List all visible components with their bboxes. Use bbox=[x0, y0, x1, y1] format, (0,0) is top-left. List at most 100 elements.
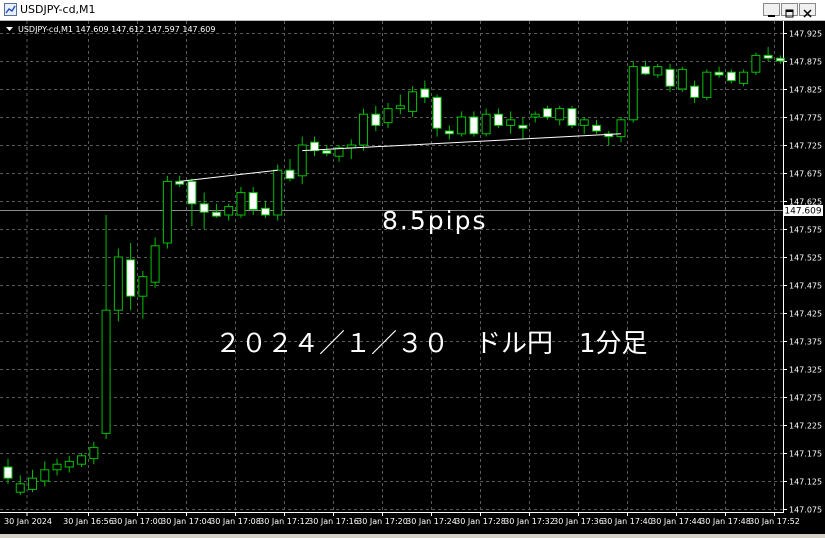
title-bar[interactable]: USDJPY-cd,M1 bbox=[0, 0, 825, 21]
candle bbox=[677, 66, 687, 92]
candle-body-bull bbox=[702, 71, 712, 98]
candle-body-bull bbox=[653, 66, 663, 76]
x-tick-label: 30 Jan 17:36 bbox=[553, 517, 604, 526]
y-tick-label: 147.325 bbox=[789, 366, 822, 375]
candle bbox=[702, 69, 712, 101]
candle-body-bear bbox=[175, 180, 185, 185]
candle-body-bear bbox=[199, 203, 209, 213]
y-tick-label: 147.675 bbox=[789, 170, 822, 179]
candle-body-bear bbox=[248, 192, 258, 210]
candle-body-bull bbox=[751, 54, 761, 73]
candle-body-bull bbox=[555, 108, 565, 121]
maximize-icon bbox=[785, 9, 794, 18]
candle-body-bear bbox=[322, 150, 332, 154]
x-tick-label: 30 Jan 17:28 bbox=[455, 517, 506, 526]
candle-body-bear bbox=[591, 124, 601, 132]
candle-body-bull bbox=[28, 477, 38, 490]
candle-body-bull bbox=[383, 108, 393, 124]
candlestick-chart[interactable]: 147.925 147.875 147.825 147.775 147.725 147.6… bbox=[0, 21, 825, 534]
y-tick-label: 147.725 bbox=[789, 142, 822, 151]
candle-body-bull bbox=[628, 66, 638, 121]
maximize-button[interactable] bbox=[781, 3, 798, 18]
x-tick-label: 30 Jan 17:04 bbox=[161, 517, 212, 526]
y-tick-label: 147.475 bbox=[789, 282, 822, 291]
candle-body-bear bbox=[432, 96, 442, 129]
candle-body-bear bbox=[285, 169, 295, 180]
y-tick-label: 147.175 bbox=[789, 450, 822, 459]
y-tick-label: 147.125 bbox=[789, 478, 822, 487]
minimize-button[interactable] bbox=[763, 3, 780, 17]
y-tick-label: 147.875 bbox=[789, 58, 822, 67]
candle-body-bear bbox=[371, 113, 381, 126]
candle-body-bull bbox=[64, 460, 74, 468]
candle-body-bull bbox=[297, 144, 307, 177]
candle-body-bull bbox=[150, 245, 160, 283]
candle-body-bear bbox=[763, 54, 773, 59]
y-tick-label: 147.225 bbox=[789, 422, 822, 431]
candle-body-bull bbox=[113, 256, 123, 311]
candle-body-bull bbox=[89, 446, 99, 460]
chart-header-text: USDJPY-cd,M1 147.609 147.612 147.597 147… bbox=[18, 25, 215, 34]
candle bbox=[359, 108, 369, 151]
candle-body-bear bbox=[690, 85, 700, 98]
x-tick-label: 30 Jan 17:48 bbox=[700, 517, 751, 526]
candle-body-bull bbox=[506, 119, 516, 126]
candle-body-bull bbox=[77, 455, 87, 465]
candle-body-bull bbox=[579, 119, 589, 126]
candle-body-bull bbox=[236, 192, 246, 216]
candle bbox=[739, 69, 749, 87]
candle-body-bear bbox=[444, 130, 454, 135]
candle-body-bear bbox=[211, 211, 221, 217]
candle-body-bull bbox=[408, 91, 418, 112]
y-tick-label: 147.925 bbox=[789, 30, 822, 39]
x-tick-label: 30 Jan 17:12 bbox=[259, 517, 310, 526]
x-tick-label: 30 Jan 17:16 bbox=[308, 517, 359, 526]
candle-body-bull bbox=[395, 105, 405, 110]
candle bbox=[567, 105, 577, 129]
candle-body-bull bbox=[138, 276, 148, 297]
candle-body-bear bbox=[126, 259, 136, 297]
candle-body-bear bbox=[726, 71, 736, 82]
candle-body-bear bbox=[714, 71, 724, 76]
current-price-label: 147.609 bbox=[784, 207, 821, 217]
candle-body-bull bbox=[481, 113, 491, 135]
candle-body-bear bbox=[3, 466, 13, 479]
candle-body-bear bbox=[775, 57, 785, 62]
chart-window: USDJPY-cd,M1 147.925 147.875 147.825 147.77… bbox=[0, 0, 825, 534]
y-tick-label: 147.375 bbox=[789, 338, 822, 347]
candle-body-bear bbox=[493, 113, 503, 126]
x-tick-label: 30 Jan 17:52 bbox=[749, 517, 800, 526]
chart-area[interactable]: 147.925 147.875 147.825 147.775 147.725 147.6… bbox=[0, 21, 825, 534]
candle-body-bull bbox=[273, 169, 283, 216]
candle-body-bull bbox=[530, 113, 540, 118]
candle-body-bull bbox=[457, 116, 467, 135]
close-button[interactable] bbox=[799, 3, 816, 18]
x-tick-label: 30 Jan 17:20 bbox=[357, 517, 408, 526]
candle-body-bull bbox=[40, 469, 50, 482]
caption-annotation: ２０２４／１／３０ ドル円 1分足 bbox=[215, 329, 648, 359]
candle bbox=[162, 175, 172, 249]
y-tick-label: 147.575 bbox=[789, 226, 822, 235]
candle-body-bull bbox=[52, 463, 62, 471]
pips-annotation: 8.5pips bbox=[382, 206, 487, 235]
minimize-icon bbox=[768, 15, 775, 17]
x-tick-label: 30 Jan 17:08 bbox=[210, 517, 261, 526]
chart-app-icon bbox=[4, 3, 17, 16]
candle-body-bull bbox=[739, 71, 749, 84]
candle-body-bull bbox=[101, 309, 111, 434]
current-price-tag: 147.609 bbox=[784, 205, 823, 217]
y-tick-label: 147.775 bbox=[789, 114, 822, 123]
candle-body-bull bbox=[15, 483, 25, 493]
candle bbox=[628, 61, 638, 123]
window-title: USDJPY-cd,M1 bbox=[20, 3, 96, 16]
candle bbox=[751, 52, 761, 75]
x-tick-label: 30 Jan 17:44 bbox=[651, 517, 702, 526]
x-tick-label: 30 Jan 16:56 bbox=[63, 517, 114, 526]
x-tick-label: 30 Jan 17:32 bbox=[504, 517, 555, 526]
y-tick-label: 147.275 bbox=[789, 394, 822, 403]
candle-body-bear bbox=[420, 88, 430, 98]
candle-body-bear bbox=[641, 66, 651, 75]
y-tick-label: 147.075 bbox=[789, 506, 822, 515]
candle-body-bull bbox=[677, 68, 687, 90]
x-tick-label: 30 Jan 2024 bbox=[4, 517, 52, 526]
